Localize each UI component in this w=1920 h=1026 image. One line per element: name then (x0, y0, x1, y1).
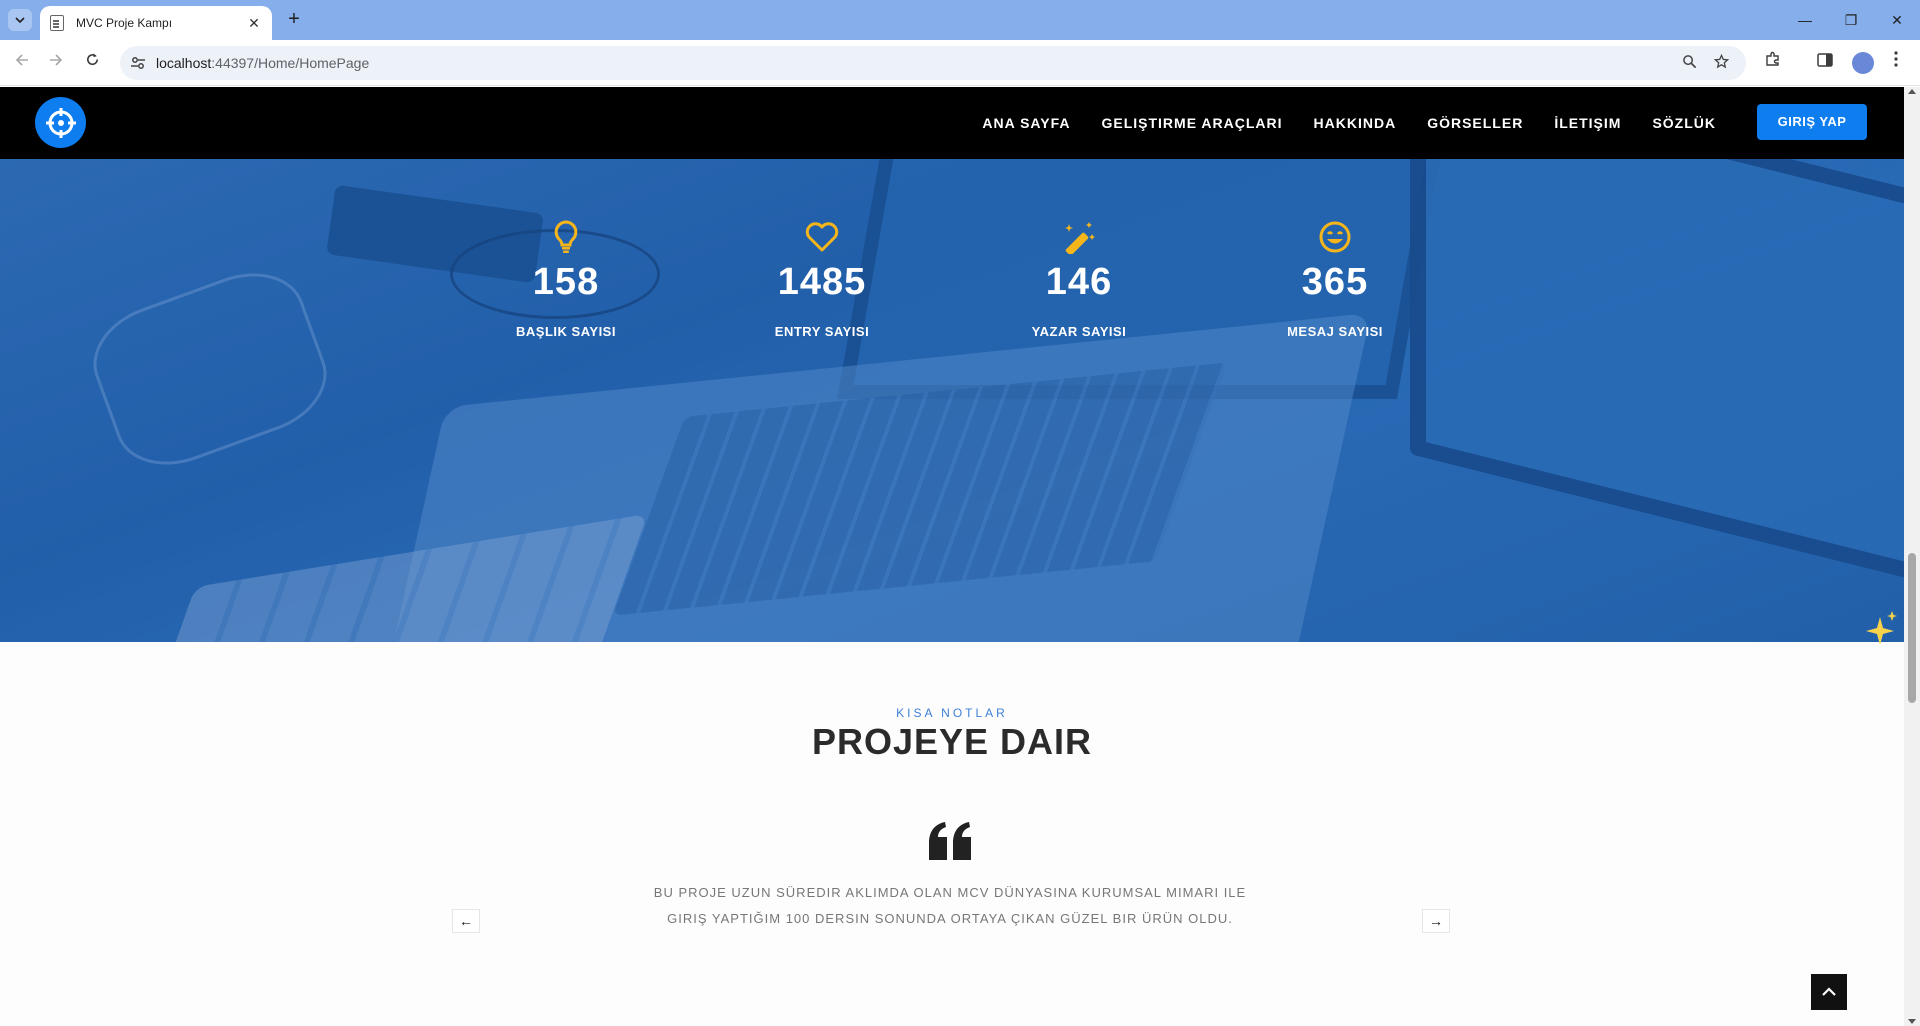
section-subtitle: KISA NOTLAR (896, 706, 1008, 720)
stat-label: ENTRY SAYISI (774, 324, 870, 339)
browser-tab-strip: MVC Proje Kampı ✕ + — ❐ ✕ (0, 0, 1920, 40)
carousel-prev-button[interactable]: ← (452, 909, 480, 933)
crosshair-logo-icon (45, 107, 76, 138)
tab-title: MVC Proje Kampı (76, 16, 173, 30)
scroll-down-arrow[interactable] (1908, 1019, 1916, 1024)
forward-button[interactable] (44, 51, 68, 75)
browser-menu-icon[interactable] (1884, 51, 1908, 75)
reload-button[interactable] (80, 51, 104, 75)
side-panel-icon[interactable] (1813, 51, 1837, 75)
arrow-right-icon (50, 54, 63, 66)
extensions-icon[interactable] (1761, 51, 1785, 75)
magic-wand-icon (979, 217, 1179, 257)
new-tab-button[interactable]: + (282, 8, 306, 32)
stat-entry-count: 1485 ENTRY SAYISI (722, 217, 922, 339)
testimonial-line-1: BU PROJE UZUN SÜREDIR AKLIMDA OLAN MCV D… (653, 885, 1247, 900)
site-info-icon[interactable] (130, 55, 146, 71)
stat-value: 1485 (777, 261, 867, 303)
reload-icon (86, 53, 98, 66)
url-host: localhost (156, 55, 212, 71)
stat-label: MESAJ SAYISI (1287, 324, 1383, 339)
scroll-up-arrow[interactable] (1908, 89, 1916, 94)
page-favicon-icon (50, 15, 64, 31)
stat-value: 365 (1301, 261, 1369, 303)
restore-button[interactable]: ❐ (1828, 8, 1874, 32)
carousel-next-button[interactable]: → (1422, 909, 1450, 933)
site-logo[interactable] (35, 97, 86, 148)
bookmark-star-icon[interactable] (1712, 53, 1730, 72)
url-text: localhost:44397/Home/HomePage (156, 55, 369, 71)
nav-home[interactable]: ANA SAYFA (982, 115, 1070, 131)
section-title: PROJEYE DAIR (811, 721, 1093, 762)
nav-contact[interactable]: İLETIŞIM (1554, 115, 1621, 131)
chevron-down-icon (15, 17, 25, 23)
login-button[interactable]: GIRIŞ YAP (1757, 104, 1867, 140)
chevron-up-icon (1822, 987, 1836, 996)
hero-overlay (0, 159, 1904, 642)
address-bar[interactable]: localhost:44397/Home/HomePage (120, 46, 1746, 80)
stat-message-count: 365 MESAJ SAYISI (1235, 217, 1435, 339)
lightbulb-icon (466, 217, 666, 257)
stat-label: YAZAR SAYISI (1031, 324, 1127, 339)
page-scrollbar[interactable] (1904, 87, 1920, 1026)
main-nav: ANA SAYFA GELIŞTIRME ARAÇLARI HAKKINDA G… (982, 87, 1716, 159)
site-header: ANA SAYFA GELIŞTIRME ARAÇLARI HAKKINDA G… (0, 87, 1904, 159)
heart-icon (722, 217, 922, 257)
back-button[interactable] (10, 51, 34, 75)
quote-icon (929, 822, 971, 860)
nav-dev-tools[interactable]: GELIŞTIRME ARAÇLARI (1101, 115, 1282, 131)
sparkle-icon (1866, 611, 1897, 645)
arrow-left-icon (15, 54, 28, 66)
zoom-icon[interactable] (1680, 54, 1698, 72)
grin-icon (1235, 217, 1435, 257)
stat-title-count: 158 BAŞLIK SAYISI (466, 217, 666, 339)
stat-author-count: 146 YAZAR SAYISI (979, 217, 1179, 339)
testimonial-line-2: GIRIŞ YAPTIĞIM 100 DERSIN SONUNDA ORTAYA… (667, 911, 1233, 926)
tab-close-icon[interactable]: ✕ (246, 15, 262, 32)
profile-avatar[interactable] (1852, 52, 1874, 74)
close-window-button[interactable]: ✕ (1874, 8, 1920, 32)
stat-label: BAŞLIK SAYISI (516, 324, 616, 339)
scrollbar-thumb[interactable] (1908, 553, 1916, 703)
nav-dictionary[interactable]: SÖZLÜK (1652, 115, 1716, 131)
stats-section: 158 BAŞLIK SAYISI 1485 ENTRY SAYISI 146 … (0, 159, 1904, 642)
url-path: :44397/Home/HomePage (211, 55, 370, 71)
back-to-top-button[interactable] (1811, 974, 1847, 1010)
minimize-button[interactable]: — (1782, 8, 1828, 32)
tab-search-button[interactable] (8, 9, 32, 31)
testimonial-text: BU PROJE UZUN SÜREDIR AKLIMDA OLAN MCV D… (650, 880, 1250, 932)
nav-about[interactable]: HAKKINDA (1314, 115, 1397, 131)
browser-toolbar: localhost:44397/Home/HomePage (0, 40, 1920, 86)
stat-value: 146 (1045, 261, 1113, 303)
nav-gallery[interactable]: GÖRSELLER (1427, 115, 1523, 131)
browser-tab[interactable]: MVC Proje Kampı ✕ (40, 6, 272, 40)
stat-value: 158 (532, 261, 600, 303)
page-viewport: ANA SAYFA GELIŞTIRME ARAÇLARI HAKKINDA G… (0, 87, 1904, 1026)
